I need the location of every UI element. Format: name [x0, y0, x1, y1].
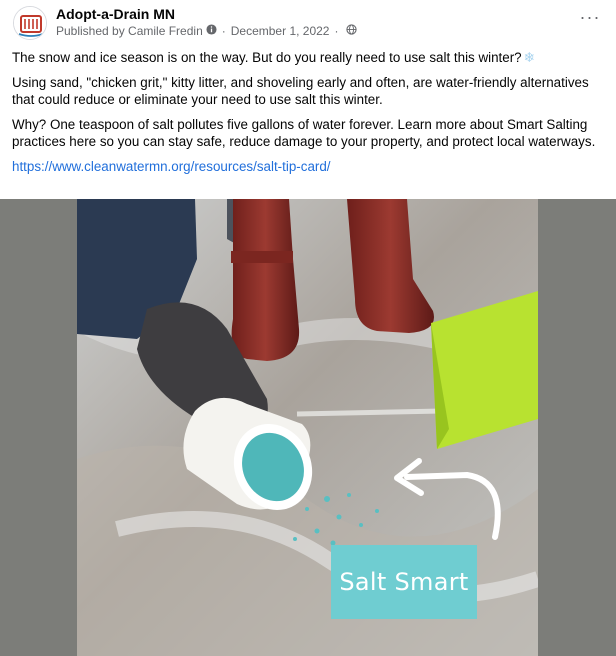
post-paragraph: The snow and ice season is on the way. B… [12, 50, 535, 65]
post-media[interactable]: Salt Smart [0, 199, 616, 656]
salt-smart-badge: Salt Smart [331, 545, 477, 619]
post-header: Adopt-a-Drain MN Published by Camile Fre… [0, 0, 616, 44]
globe-icon [346, 24, 358, 38]
adopt-a-drain-logo-icon [14, 7, 46, 39]
more-options-icon[interactable]: ··· [578, 8, 602, 32]
post-paragraph: Why? One teaspoon of salt pollutes five … [12, 116, 596, 150]
post-paragraph: Using sand, "chicken grit," kitty litter… [12, 74, 589, 108]
page-avatar[interactable] [13, 6, 47, 40]
post-link-paragraph: https://www.cleanwatermn.org/resources/s… [12, 158, 608, 176]
info-circle-icon[interactable] [206, 24, 217, 38]
post-link[interactable]: https://www.cleanwatermn.org/resources/s… [12, 159, 331, 174]
post-meta: Published by Camile Fredin · December 1,… [56, 24, 358, 38]
page-name-link[interactable]: Adopt-a-Drain MN [56, 6, 175, 22]
meta-separator: · [334, 24, 339, 38]
snowflake-icon: ❄ [523, 50, 535, 65]
salt-photo[interactable]: Salt Smart [77, 199, 538, 656]
post-date-link[interactable]: December 1, 2022 [231, 24, 330, 38]
post-text: The snow and ice season is on the way. B… [12, 49, 608, 182]
published-by-text: Published by Camile Fredin [56, 24, 203, 38]
meta-separator: · [221, 24, 226, 38]
